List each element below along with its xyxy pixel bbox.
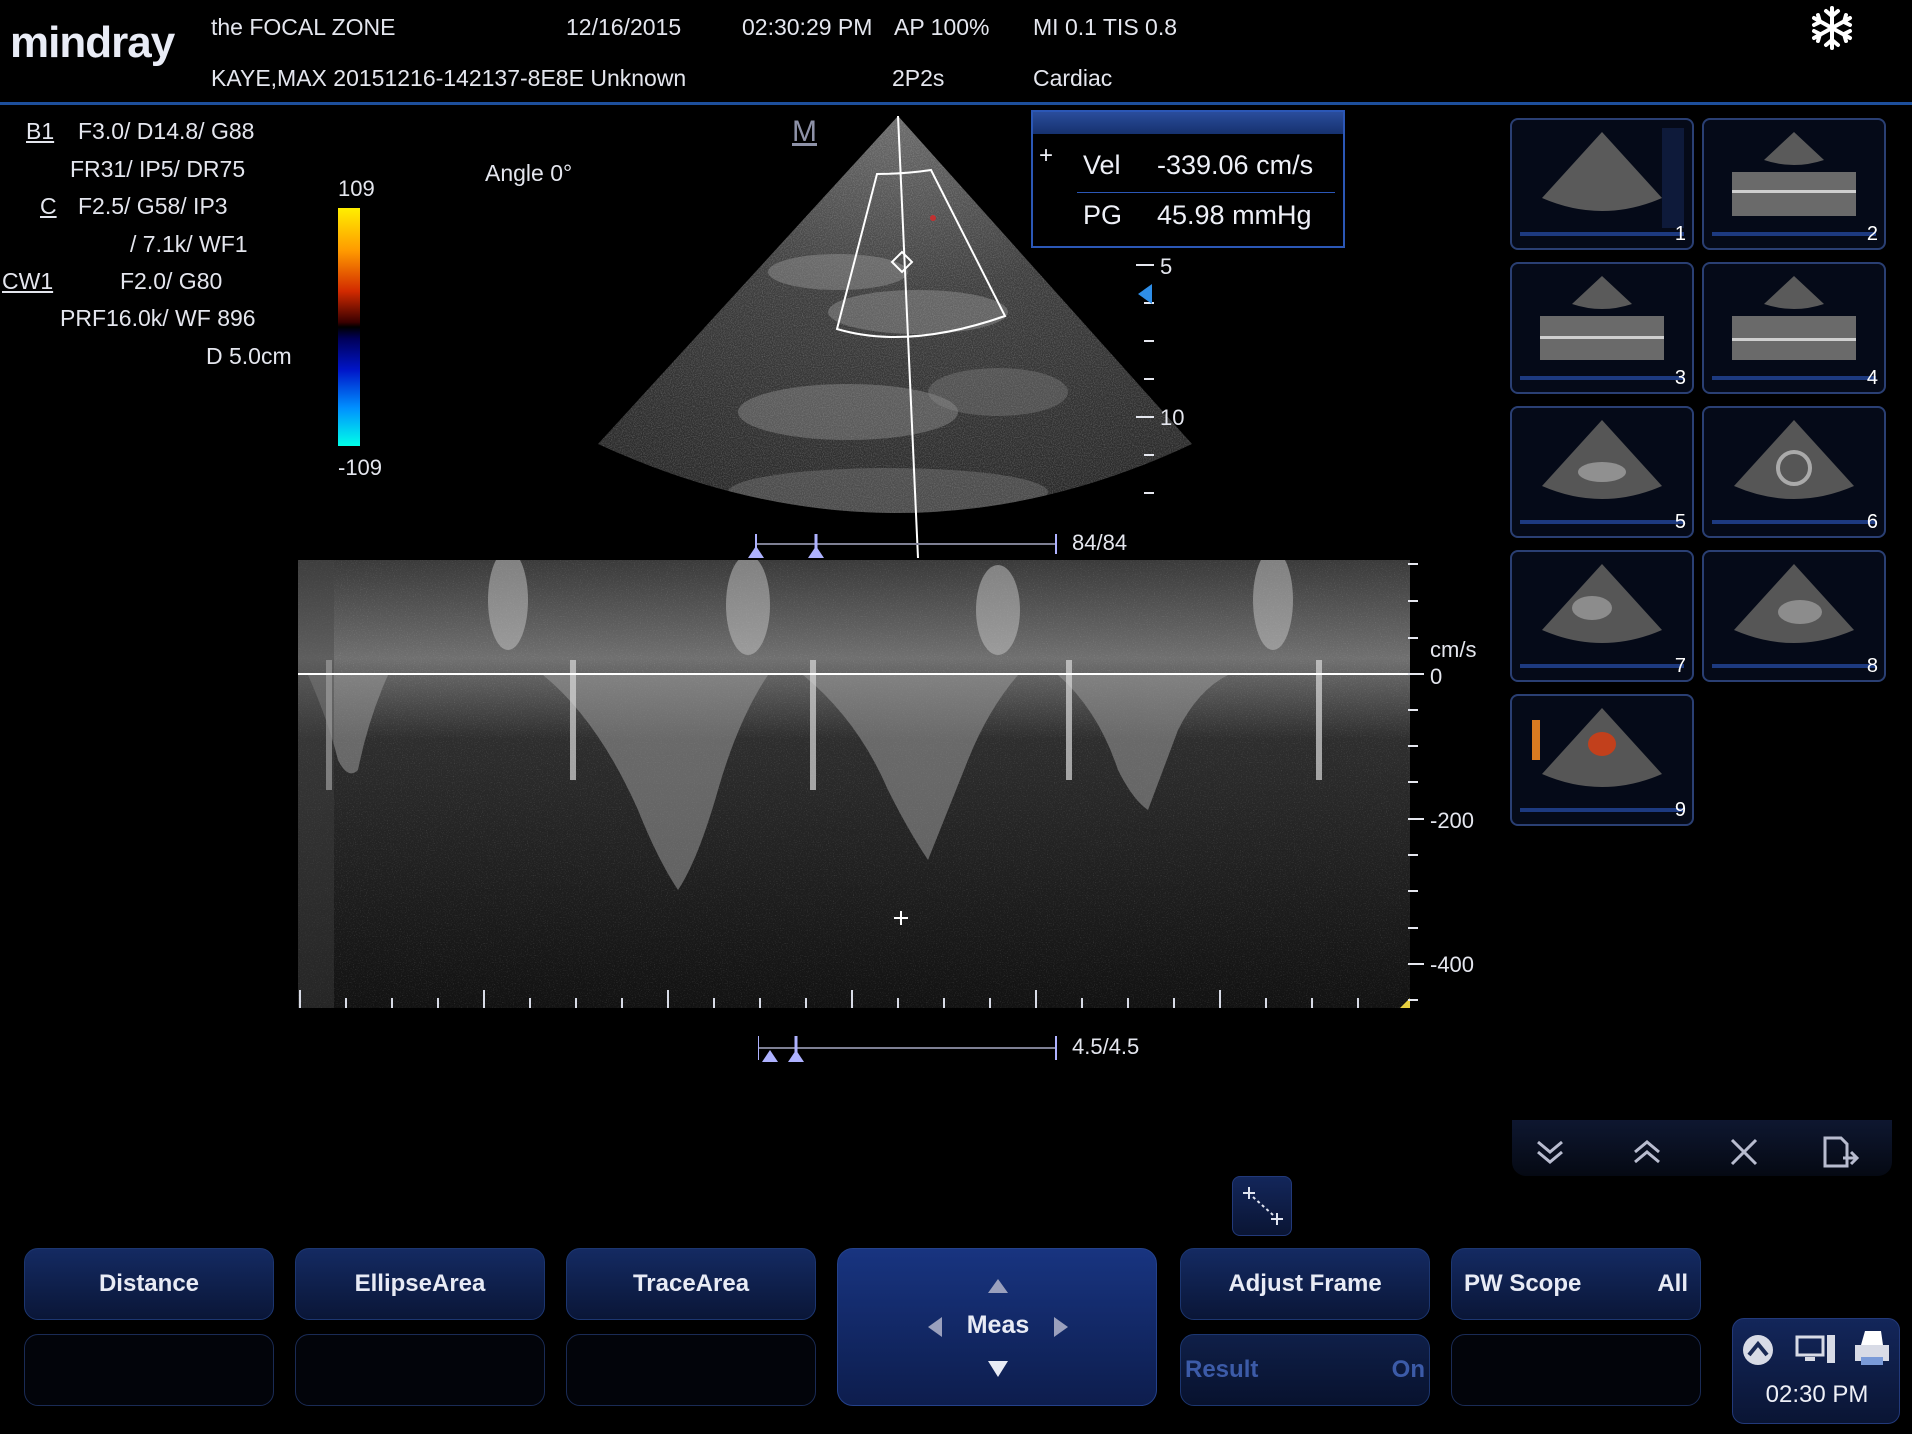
doppler-spectrum[interactable] (298, 560, 1410, 1008)
b-mode-params-1: F3.0/ D14.8/ G88 (78, 118, 255, 144)
empty-soft-button-3[interactable] (566, 1334, 816, 1406)
pw-scope-button[interactable]: PW Scope All (1451, 1248, 1701, 1320)
pw-scope-label: PW Scope (1464, 1270, 1582, 1297)
export-icon[interactable] (1801, 1128, 1881, 1176)
mindray-logo: mindray (10, 18, 175, 67)
arrow-up-icon[interactable] (986, 1277, 1010, 1295)
steer-angle: Angle 0° (485, 160, 573, 186)
colorbar-top-label: 109 (338, 176, 375, 201)
thumbnail-6[interactable]: 6 (1702, 406, 1886, 538)
colorbar-bottom-label: -109 (338, 455, 383, 480)
thumbnail-1[interactable]: 1 (1510, 118, 1694, 250)
result-toggle-button[interactable]: Result On (1180, 1334, 1430, 1406)
cw-mode-label: CW1 (2, 268, 54, 294)
depth-scale (1136, 264, 1154, 494)
m-mode-marker: M (792, 115, 817, 148)
pw-scope-value: All (1657, 1270, 1688, 1297)
meas-label: Meas (966, 1311, 1030, 1339)
cw-mode-params-2: PRF16.0k/ WF 896 (60, 305, 256, 331)
crosshair-icon: + (1039, 142, 1054, 169)
trace-area-button[interactable]: TraceArea (566, 1248, 816, 1320)
close-icon[interactable] (1704, 1128, 1784, 1176)
caliper-icon[interactable] (1232, 1176, 1292, 1236)
color-mode-label: C (40, 193, 57, 219)
exam-date: 12/16/2015 (566, 14, 682, 40)
velocity-tick-400: -400 (1430, 952, 1475, 977)
vel-value: -339.06 cm/s (1157, 150, 1314, 180)
time-counter: 4.5/4.5 (1072, 1034, 1140, 1059)
color-mode-params-2: / 7.1k/ WF1 (130, 231, 248, 257)
system-status-box: 02:30 PM (1732, 1318, 1900, 1424)
thumbnail-3[interactable]: 3 (1510, 262, 1694, 394)
thumbnail-4[interactable]: 4 (1702, 262, 1886, 394)
vel-label: Vel (1083, 150, 1121, 180)
snowflake-icon (1808, 4, 1856, 52)
velocity-scale (1408, 563, 1424, 1001)
depth-label-5: 5 (1160, 254, 1173, 279)
thumbnail-5[interactable]: 5 (1510, 406, 1694, 538)
double-chevron-down-icon[interactable] (1510, 1128, 1590, 1176)
frame-cine-slider[interactable] (748, 528, 1058, 560)
velocity-tick-200: -200 (1430, 808, 1475, 833)
velocity-tick-0: 0 (1430, 664, 1443, 689)
status-clock: 02:30 PM (1765, 1381, 1869, 1408)
cw-depth: D 5.0cm (206, 343, 292, 369)
adjust-frame-button[interactable]: Adjust Frame (1180, 1248, 1430, 1320)
result-value: On (1391, 1356, 1425, 1383)
double-chevron-up-icon[interactable] (1607, 1128, 1687, 1176)
empty-soft-button-2[interactable] (295, 1334, 545, 1406)
velocity-unit: cm/s (1430, 637, 1477, 662)
eject-up-icon[interactable] (1741, 1333, 1775, 1367)
pg-value: 45.98 mmHg (1157, 200, 1312, 230)
ellipse-area-button[interactable]: EllipseArea (295, 1248, 545, 1320)
color-mode-params-1: F2.5/ G58/ IP3 (78, 193, 228, 219)
mi-tis-readout: MI 0.1 TIS 0.8 (1033, 14, 1178, 40)
acoustic-power: AP 100% (894, 14, 990, 40)
institution-name: the FOCAL ZONE (211, 14, 396, 40)
printer-icon (1855, 1331, 1889, 1365)
b-mode-params-2: FR31/ IP5/ DR75 (70, 156, 246, 182)
thumbnail-7[interactable]: 7 (1510, 550, 1694, 682)
arrow-down-icon[interactable] (986, 1359, 1010, 1379)
thumbnail-2[interactable]: 2 (1702, 118, 1886, 250)
thumbnail-8[interactable]: 8 (1702, 550, 1886, 682)
distance-button[interactable]: Distance (24, 1248, 274, 1320)
depth-label-10: 10 (1160, 405, 1185, 430)
thumbnail-9[interactable]: 9 (1510, 694, 1694, 826)
patient-info: KAYE,MAX 20151216-142137-8E8E Unknown (211, 65, 687, 91)
pg-label: PG (1083, 200, 1123, 230)
frame-counter: 84/84 (1072, 530, 1128, 555)
meas-control[interactable]: Meas (837, 1248, 1157, 1406)
arrow-right-icon[interactable] (1052, 1315, 1070, 1339)
b-mode-label: B1 (26, 118, 55, 144)
measurement-result-box: + Vel -339.06 cm/s PG 45.98 mmHg (1031, 110, 1345, 248)
network-computer-icon (1795, 1335, 1835, 1363)
result-label: Result (1185, 1356, 1259, 1383)
cw-mode-params-1: F2.0/ G80 (120, 268, 223, 294)
time-cine-slider[interactable] (758, 1030, 1058, 1064)
probe-name: 2P2s (892, 65, 945, 91)
exam-time: 02:30:29 PM (742, 14, 873, 40)
empty-soft-button-4[interactable] (1451, 1334, 1701, 1406)
exam-type: Cardiac (1033, 65, 1113, 91)
header-divider (0, 102, 1912, 105)
empty-soft-button-1[interactable] (24, 1334, 274, 1406)
color-velocity-scale (338, 208, 360, 446)
